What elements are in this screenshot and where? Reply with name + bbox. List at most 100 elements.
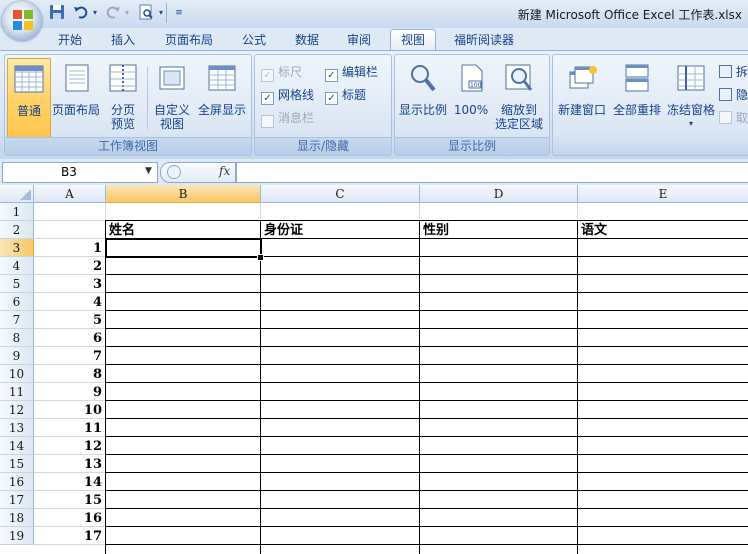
- tab-view[interactable]: 视图: [390, 29, 437, 51]
- hide-button[interactable]: 隐: [719, 86, 748, 103]
- formula-bar-checkbox[interactable]: ✓ 编辑栏: [325, 63, 378, 82]
- selected-cell-b3[interactable]: [105, 238, 262, 258]
- customize-qat-icon[interactable]: ▾: [156, 4, 166, 22]
- row-header-4[interactable]: 4: [0, 257, 34, 275]
- row-header-17[interactable]: 17: [0, 491, 34, 509]
- cell-a15[interactable]: 13: [34, 455, 104, 473]
- formula-input[interactable]: [236, 162, 748, 183]
- ruler-check-icon: ✓: [261, 69, 274, 82]
- cell-a12[interactable]: 10: [34, 401, 104, 419]
- gridlines-checkbox[interactable]: ✓ 网格线: [261, 86, 314, 105]
- qat-more-icon[interactable]: ≡: [170, 4, 188, 22]
- cell-a6[interactable]: 4: [34, 293, 104, 311]
- office-button[interactable]: [2, 1, 42, 41]
- tab-insert[interactable]: 插入: [101, 30, 145, 50]
- row-header-12[interactable]: 12: [0, 401, 34, 419]
- cell-c2[interactable]: 身份证: [261, 221, 419, 239]
- custom-views-label-1: 自定义: [153, 103, 190, 117]
- zoom-to-selection-button[interactable]: 缩放到 选定区域: [493, 58, 545, 136]
- cell-a7[interactable]: 5: [34, 311, 104, 329]
- row-header-3[interactable]: 3: [0, 239, 34, 257]
- row-header-14[interactable]: 14: [0, 437, 34, 455]
- fullscreen-button[interactable]: 全屏显示: [195, 58, 249, 136]
- cell-a16[interactable]: 14: [34, 473, 104, 491]
- row-header-19[interactable]: 19: [0, 527, 34, 545]
- print-preview-icon[interactable]: [137, 4, 155, 22]
- freeze-panes-button[interactable]: 冻结窗格 ▾: [665, 58, 717, 136]
- column-header-b[interactable]: B: [106, 185, 261, 203]
- name-box-dropdown-icon[interactable]: ▼: [145, 166, 152, 176]
- column-header-a[interactable]: A: [34, 185, 106, 203]
- column-header-e[interactable]: E: [578, 185, 748, 203]
- cell-a14[interactable]: 12: [34, 437, 104, 455]
- fullscreen-label: 全屏显示: [197, 103, 246, 117]
- tab-review[interactable]: 审阅: [337, 30, 381, 50]
- row-header-8[interactable]: 8: [0, 329, 34, 347]
- column-header-c[interactable]: C: [261, 185, 420, 203]
- arrange-all-button[interactable]: 全部重排: [611, 58, 663, 136]
- zoom-button[interactable]: 显示比例: [397, 58, 449, 136]
- cell-a13[interactable]: 11: [34, 419, 104, 437]
- row-header-10[interactable]: 10: [0, 365, 34, 383]
- row-header-6[interactable]: 6: [0, 293, 34, 311]
- tab-page-layout[interactable]: 页面布局: [155, 30, 223, 50]
- headings-checkbox[interactable]: ✓ 标题: [325, 86, 366, 105]
- page-break-preview-button[interactable]: 分页 预览: [105, 58, 141, 136]
- cell-a10[interactable]: 8: [34, 365, 104, 383]
- normal-view-button[interactable]: 普通: [7, 58, 51, 138]
- page-break-label-2: 预览: [110, 117, 135, 131]
- cell-a19[interactable]: 17: [34, 527, 104, 545]
- office-logo-icon: [13, 10, 33, 30]
- select-all-corner[interactable]: [0, 185, 34, 203]
- cell-a3[interactable]: 1: [34, 239, 104, 257]
- message-bar-check-icon: ✓: [261, 115, 274, 128]
- cell-a17[interactable]: 15: [34, 491, 104, 509]
- row-header-5[interactable]: 5: [0, 275, 34, 293]
- row-header-7[interactable]: 7: [0, 311, 34, 329]
- worksheet-grid[interactable]: A B C D E 1 2 3 4 5 6 7 8 9 10 11 12 13 …: [0, 185, 748, 554]
- insert-function-button[interactable]: fx: [219, 164, 230, 178]
- page-layout-view-button[interactable]: 页面布局: [51, 58, 101, 136]
- message-bar-checkbox[interactable]: ✓ 消息栏: [261, 109, 314, 128]
- row-header-2[interactable]: 2: [0, 221, 34, 239]
- tab-home[interactable]: 开始: [48, 30, 92, 50]
- cell-d2[interactable]: 性别: [420, 221, 577, 239]
- row-header-15[interactable]: 15: [0, 455, 34, 473]
- split-button[interactable]: 拆: [719, 63, 748, 80]
- hide-icon: [719, 88, 732, 101]
- row-header-9[interactable]: 9: [0, 347, 34, 365]
- row-header-11[interactable]: 11: [0, 383, 34, 401]
- row-header-13[interactable]: 13: [0, 419, 34, 437]
- redo-dropdown-icon[interactable]: ▾: [122, 4, 132, 22]
- unhide-button[interactable]: 取: [719, 109, 748, 126]
- row-header-18[interactable]: 18: [0, 509, 34, 527]
- formula-bar-expand-icon[interactable]: [167, 165, 181, 179]
- fill-handle[interactable]: [257, 254, 264, 261]
- zoom-100-button[interactable]: 100 100%: [451, 58, 491, 136]
- ruler-checkbox[interactable]: ✓ 标尺: [261, 63, 302, 82]
- undo-icon[interactable]: [72, 4, 90, 22]
- cell-a18[interactable]: 16: [34, 509, 104, 527]
- name-box[interactable]: B3 ▼: [2, 162, 158, 183]
- cell-e2[interactable]: 语文: [578, 221, 747, 239]
- new-window-button[interactable]: 新建窗口: [555, 58, 609, 136]
- tab-foxit-reader[interactable]: 福昕阅读器: [444, 30, 524, 50]
- cell-b2[interactable]: 姓名: [106, 221, 259, 239]
- cell-a11[interactable]: 9: [34, 383, 104, 401]
- cell-a9[interactable]: 7: [34, 347, 104, 365]
- custom-views-button[interactable]: 自定义 视图: [151, 58, 193, 136]
- new-window-label: 新建窗口: [557, 103, 606, 117]
- row-header-1[interactable]: 1: [0, 203, 34, 221]
- row-header-16[interactable]: 16: [0, 473, 34, 491]
- undo-dropdown-icon[interactable]: ▾: [90, 4, 100, 22]
- cell-a8[interactable]: 6: [34, 329, 104, 347]
- tab-data[interactable]: 数据: [285, 30, 329, 50]
- save-icon[interactable]: [48, 4, 66, 22]
- redo-icon[interactable]: [104, 4, 122, 22]
- gridlines-label: 网格线: [278, 88, 315, 102]
- column-header-d[interactable]: D: [420, 185, 578, 203]
- cell-a5[interactable]: 3: [34, 275, 104, 293]
- unhide-label: 取: [736, 111, 748, 125]
- cell-a4[interactable]: 2: [34, 257, 104, 275]
- tab-formulas[interactable]: 公式: [232, 30, 276, 50]
